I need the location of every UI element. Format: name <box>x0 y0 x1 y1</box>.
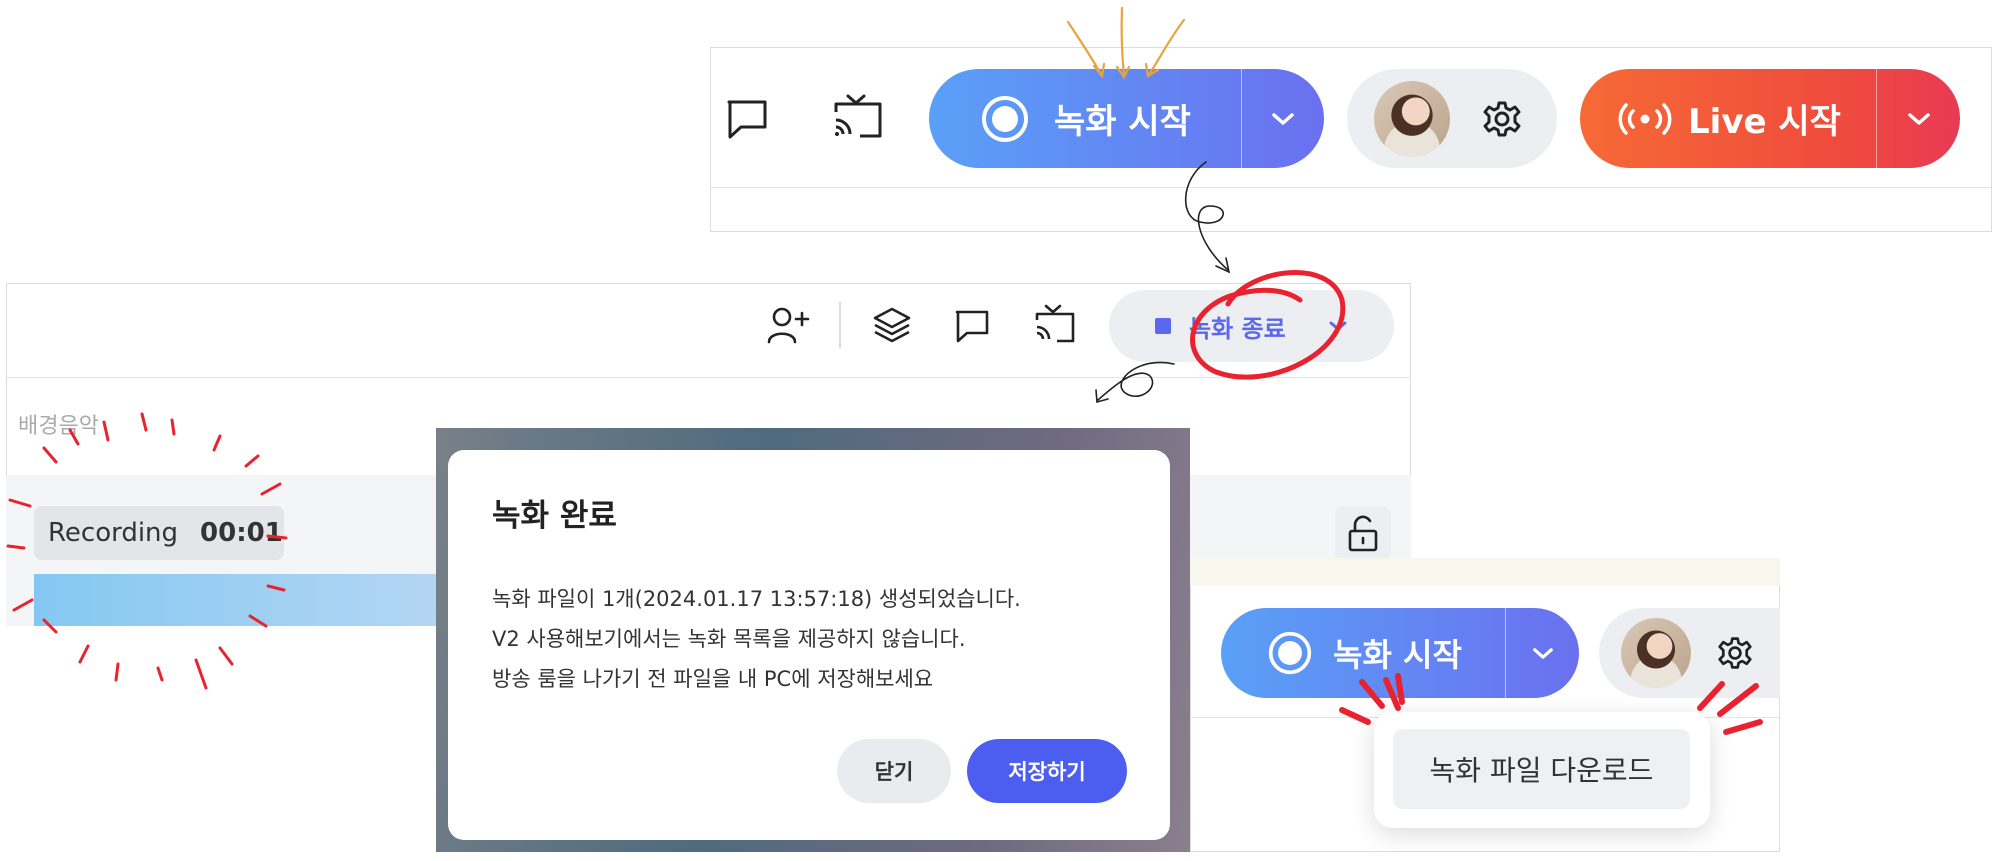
gear-icon[interactable] <box>1482 99 1522 139</box>
live-start-label: Live 시작 <box>1688 102 1841 142</box>
record-start-button[interactable]: 녹화 시작 <box>929 69 1324 168</box>
download-window-header <box>1190 558 1780 586</box>
bgm-label: 배경음악 <box>18 414 99 439</box>
record-stop-label: 녹화 종료 <box>1189 314 1286 343</box>
recording-badge: Recording 00:01 <box>34 506 284 560</box>
record-icon <box>1267 630 1313 676</box>
cast-icon[interactable] <box>1032 302 1078 346</box>
avatar[interactable] <box>1374 80 1450 157</box>
cast-icon[interactable] <box>830 90 886 142</box>
record-start-label: 녹화 시작 <box>1054 102 1191 142</box>
unlock-button[interactable] <box>1335 506 1391 562</box>
studio-header-divider <box>6 377 1411 378</box>
dialog-message-line: 방송 룸을 나가기 전 파일을 내 PC에 저장해보세요 <box>492 667 934 691</box>
chat-icon[interactable] <box>724 96 770 142</box>
gear-icon[interactable] <box>1717 635 1753 671</box>
chat-icon[interactable] <box>953 307 991 345</box>
chevron-down-icon[interactable] <box>1328 317 1348 336</box>
recording-timer: 00:01 <box>200 518 283 548</box>
top-toolbar-divider <box>710 187 1992 188</box>
record-start-button[interactable]: 녹화 시작 <box>1221 608 1579 698</box>
record-stop-button[interactable]: 녹화 종료 <box>1109 290 1394 362</box>
save-button[interactable]: 저장하기 <box>967 739 1127 803</box>
chevron-down-icon <box>1907 112 1930 125</box>
recording-track-bar <box>34 574 454 626</box>
stop-icon <box>1155 318 1171 334</box>
download-recording-menu-item[interactable]: 녹화 파일 다운로드 <box>1393 729 1690 809</box>
record-icon <box>980 94 1030 144</box>
dialog-body: 녹화 파일이 1개(2024.01.17 13:57:18) 생성되었습니다. … <box>492 579 1126 699</box>
unlock-icon <box>1348 515 1378 552</box>
dialog-message-line: 녹화 파일이 1개(2024.01.17 13:57:18) 생성되었습니다. <box>492 587 1021 611</box>
close-button[interactable]: 닫기 <box>837 739 951 803</box>
avatar[interactable] <box>1621 618 1691 688</box>
profile-settings-pill <box>1347 69 1557 168</box>
chevron-down-icon <box>1532 647 1553 659</box>
toolbar-divider <box>839 302 841 348</box>
live-start-button[interactable]: Live 시작 <box>1580 69 1960 168</box>
profile-settings-pill <box>1599 608 1780 698</box>
dialog-title: 녹화 완료 <box>492 498 617 534</box>
layers-icon[interactable] <box>871 305 913 345</box>
broadcast-icon <box>1616 99 1674 139</box>
record-start-label: 녹화 시작 <box>1333 636 1462 674</box>
recording-label: Recording <box>48 518 179 548</box>
dialog-message-line: V2 사용해보기에서는 녹화 목록을 제공하지 않습니다. <box>492 627 966 651</box>
add-user-icon[interactable] <box>766 305 810 345</box>
chevron-down-icon <box>1272 112 1294 125</box>
